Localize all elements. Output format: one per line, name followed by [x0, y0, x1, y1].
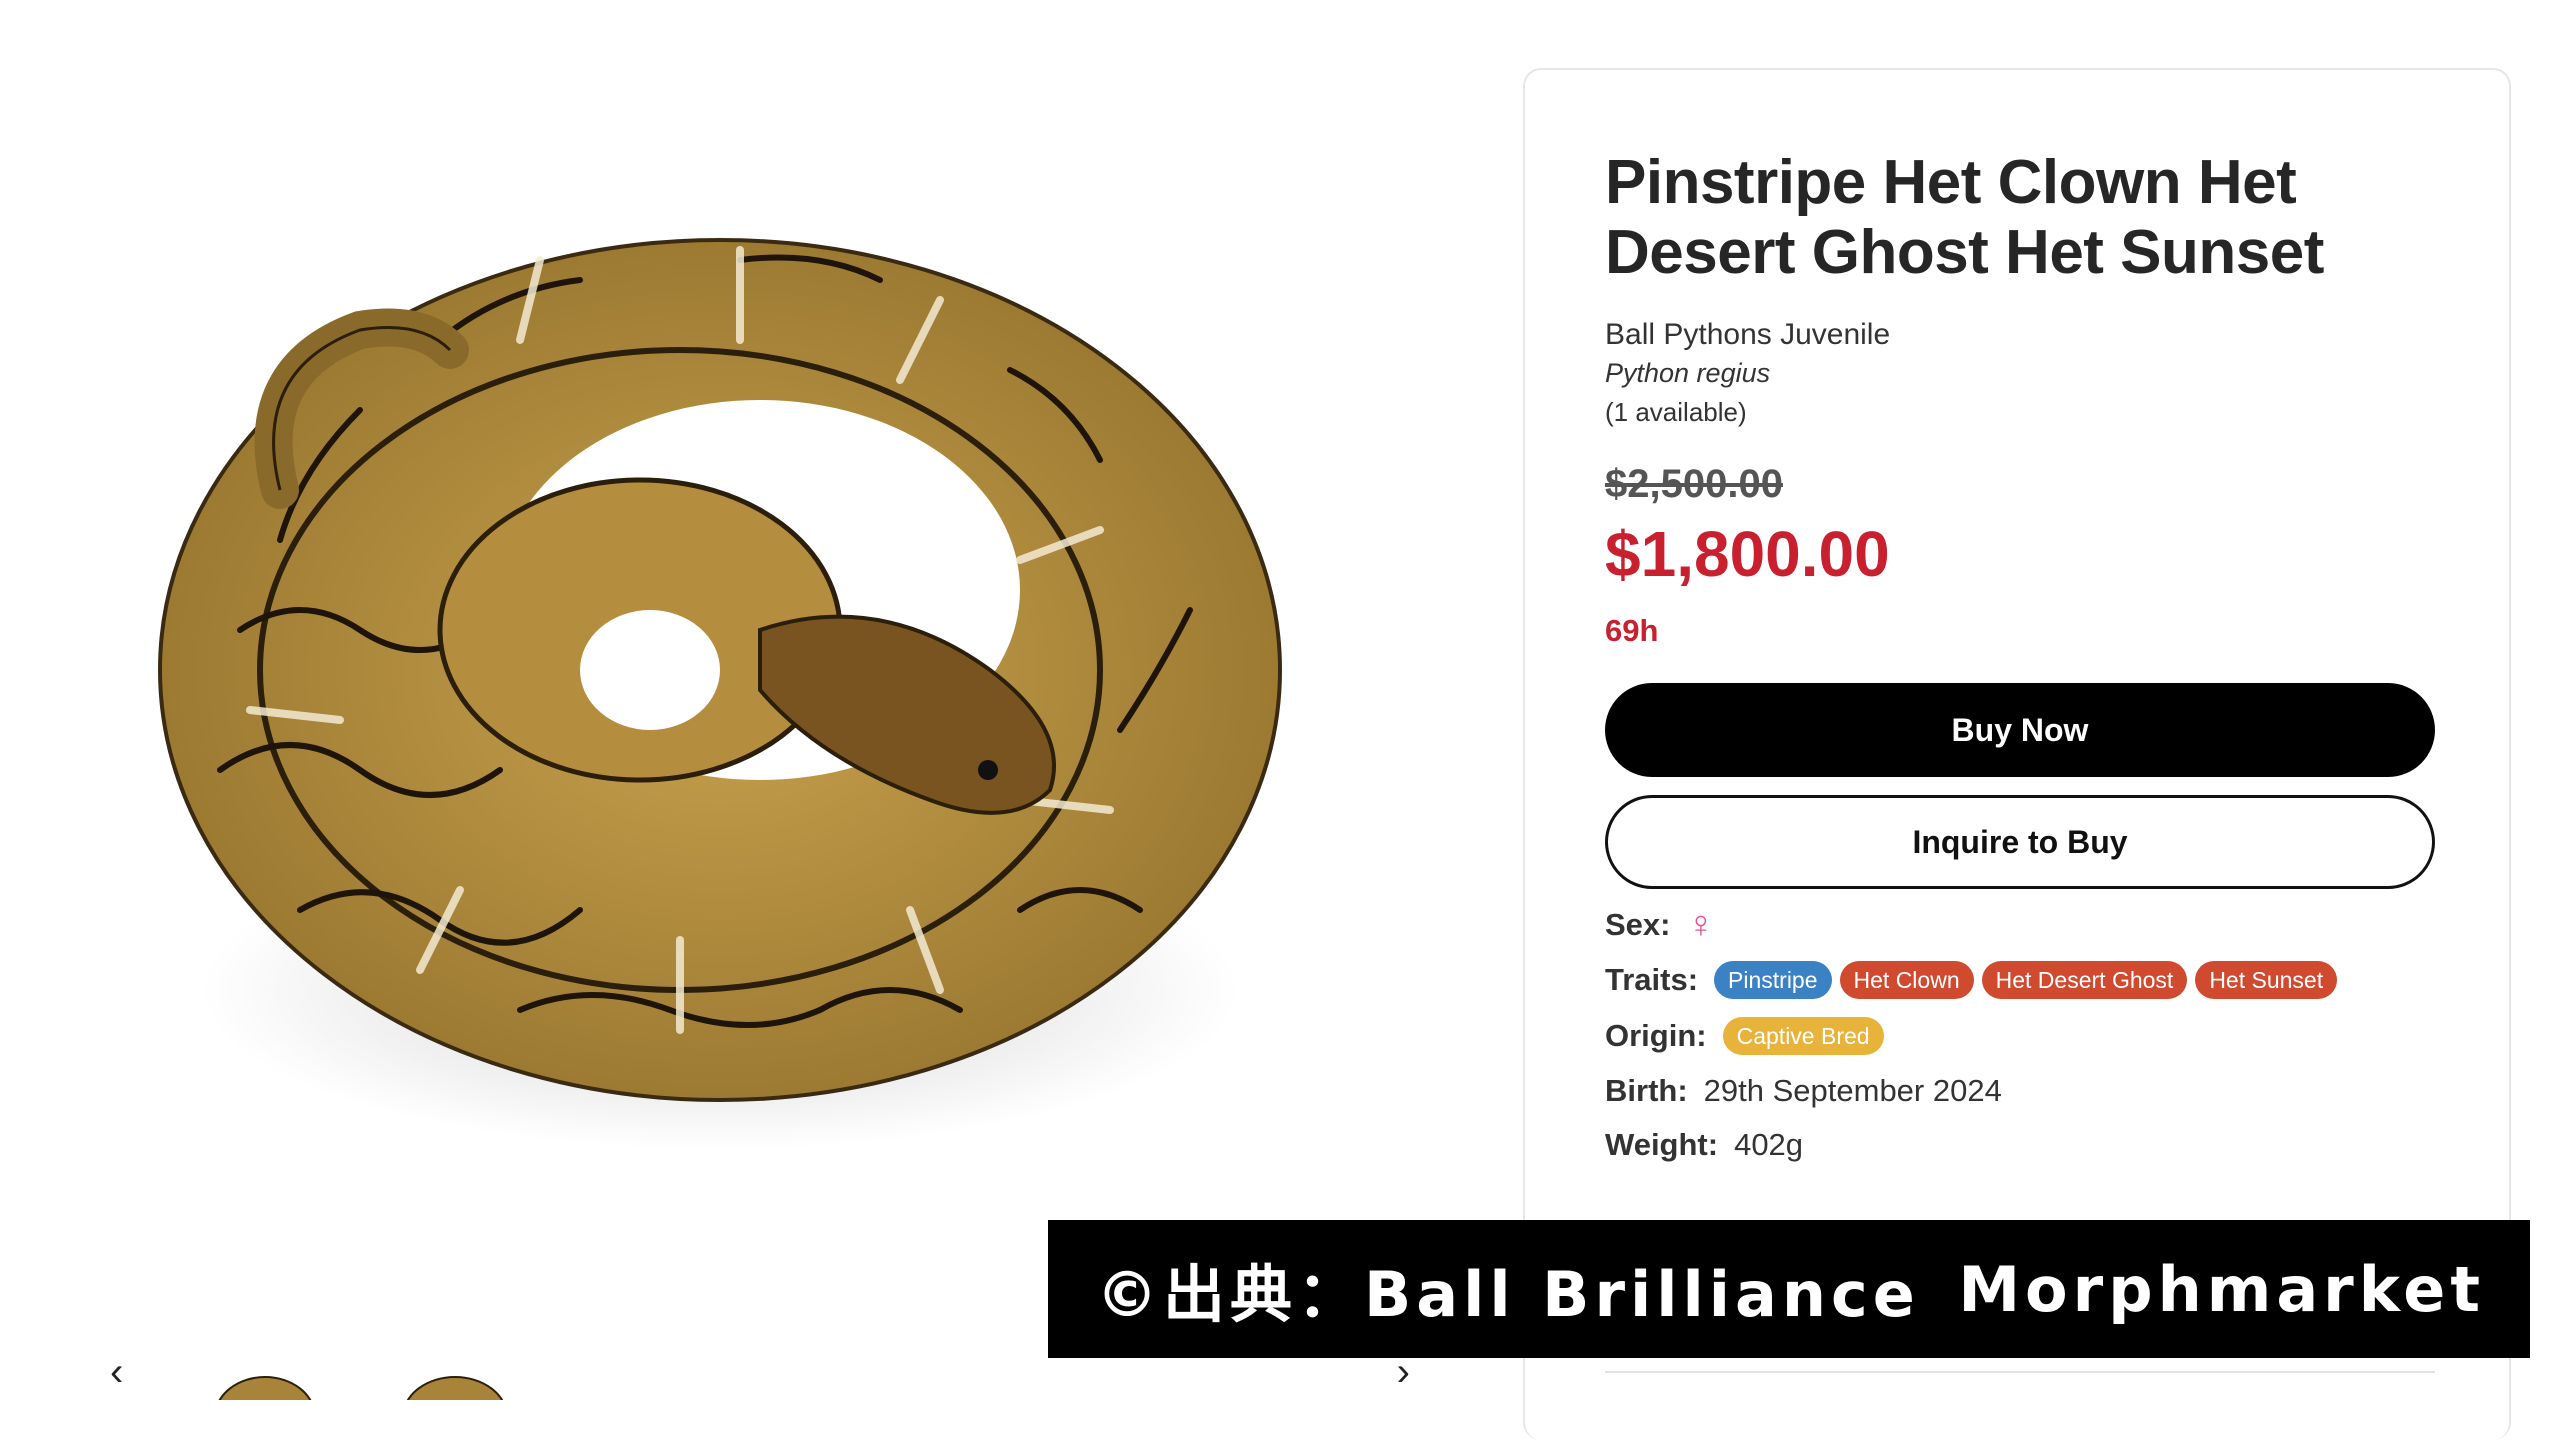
- birth-row: Birth: 29th September 2024: [1605, 1073, 2435, 1109]
- time-left: 69h: [1605, 613, 1659, 648]
- origin-row: Origin: Captive Bred: [1605, 1017, 2435, 1055]
- inquire-button[interactable]: Inquire to Buy: [1605, 795, 2435, 889]
- site-credit: Morphmarket: [1958, 1252, 2485, 1326]
- thumbnail-1[interactable]: [210, 1357, 320, 1400]
- origin-chip[interactable]: Captive Bred: [1722, 1017, 1884, 1055]
- trait-chip[interactable]: Pinstripe: [1714, 961, 1832, 999]
- image-gallery: ‹ ›: [0, 0, 1450, 1400]
- buy-now-button[interactable]: Buy Now: [1605, 683, 2435, 777]
- trait-chip[interactable]: Het Sunset: [2195, 961, 2338, 999]
- availability: (1 available): [1605, 397, 1747, 427]
- trait-chip[interactable]: Het Clown: [1839, 961, 1974, 999]
- origin-label: Origin:: [1605, 1018, 1707, 1053]
- thumbnail-2[interactable]: [400, 1357, 510, 1400]
- traits-label: Traits:: [1605, 962, 1699, 997]
- source-credit: ©出典：Ball Brilliance: [1096, 1258, 1920, 1331]
- trait-chip[interactable]: Het Desert Ghost: [1981, 961, 2188, 999]
- product-title: Pinstripe Het Clown Het Desert Ghost Het…: [1605, 148, 2324, 287]
- sex-row: Sex: ♀: [1605, 904, 2435, 946]
- traits-row: Traits: Pinstripe Het Clown Het Desert G…: [1605, 961, 2435, 999]
- sex-label: Sex:: [1605, 907, 1671, 942]
- birth-value: 29th September 2024: [1703, 1073, 2002, 1108]
- scientific-name: Python regius: [1605, 358, 1771, 388]
- thumbnail-prev-arrow[interactable]: ‹: [110, 1345, 123, 1400]
- weight-row: Weight: 402g: [1605, 1127, 2435, 1163]
- weight-value: 402g: [1734, 1127, 1804, 1162]
- original-price: $2,500.00: [1605, 462, 1783, 506]
- panel-divider: [1605, 1371, 2435, 1373]
- weight-label: Weight:: [1605, 1127, 1719, 1162]
- female-icon: ♀: [1686, 904, 1715, 946]
- product-category: Ball Pythons Juvenile: [1605, 318, 1891, 351]
- sale-price: $1,800.00: [1605, 518, 1890, 590]
- product-photo-ball-python[interactable]: [120, 110, 1380, 1260]
- birth-label: Birth:: [1605, 1073, 1688, 1108]
- source-banner: ©出典：Ball Brilliance Morphmarket: [1048, 1220, 2530, 1358]
